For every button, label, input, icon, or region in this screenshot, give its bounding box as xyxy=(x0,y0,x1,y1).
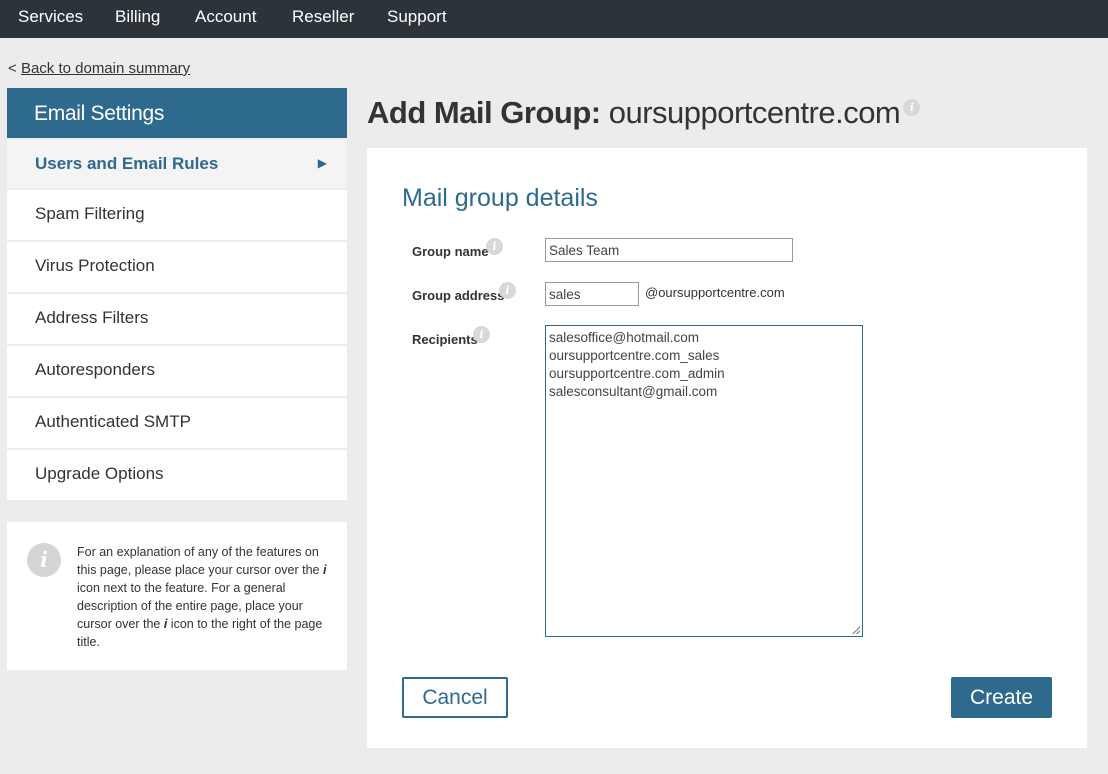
recipient-line: oursupportcentre.com_admin xyxy=(549,366,725,381)
back-to-domain-summary-link[interactable]: Back to domain summary xyxy=(21,60,190,77)
inline-info-letter: i xyxy=(322,563,327,577)
group-name-label-text: Group name xyxy=(412,244,489,259)
group-address-domain-suffix: @oursupportcentre.com xyxy=(645,285,785,300)
page-info-icon[interactable]: i xyxy=(903,99,921,116)
recipient-line: oursupportcentre.com_sales xyxy=(549,348,720,363)
sidebar-title: Email Settings xyxy=(7,88,347,138)
nav-support[interactable]: Support xyxy=(387,7,447,27)
nav-billing[interactable]: Billing xyxy=(115,7,160,27)
create-button[interactable]: Create xyxy=(951,677,1052,718)
sidebar-item-label: Address Filters xyxy=(35,308,149,327)
group-name-input[interactable] xyxy=(545,238,793,262)
sidebar: Email Settings Users and Email Rules ▶ S… xyxy=(7,88,347,500)
group-name-label: Group name i xyxy=(412,238,503,259)
recipient-line: salesconsultant@gmail.com xyxy=(549,384,718,399)
recipients-textarea[interactable]: salesoffice@hotmail.com oursupportcentre… xyxy=(545,325,863,637)
group-address-label-text: Group address xyxy=(412,288,505,303)
sidebar-item-virus-protection[interactable]: Virus Protection xyxy=(7,240,347,292)
sidebar-item-label: Spam Filtering xyxy=(35,204,145,223)
recipient-line: salesoffice@hotmail.com xyxy=(549,330,700,345)
nav-account[interactable]: Account xyxy=(195,7,256,27)
nav-services[interactable]: Services xyxy=(18,7,83,27)
sidebar-item-label: Upgrade Options xyxy=(35,464,164,483)
sidebar-item-users-and-email-rules[interactable]: Users and Email Rules ▶ xyxy=(7,138,347,188)
sidebar-item-label: Users and Email Rules xyxy=(35,154,219,173)
top-navigation-bar: Services Billing Account Reseller Suppor… xyxy=(0,0,1108,38)
group-address-label: Group address i xyxy=(412,282,516,303)
recipients-label-text: Recipients xyxy=(412,332,478,347)
help-box: i For an explanation of any of the featu… xyxy=(7,522,347,670)
recipients-label: Recipients i xyxy=(412,326,490,347)
group-name-info-icon[interactable]: i xyxy=(486,238,503,255)
sidebar-item-spam-filtering[interactable]: Spam Filtering xyxy=(7,188,347,240)
sidebar-item-authenticated-smtp[interactable]: Authenticated SMTP xyxy=(7,396,347,448)
cancel-button[interactable]: Cancel xyxy=(402,677,508,718)
section-title: Mail group details xyxy=(402,184,598,212)
info-icon: i xyxy=(27,543,61,577)
page-title-prefix: Add Mail Group: xyxy=(367,95,601,130)
resize-grip-icon[interactable] xyxy=(852,626,860,634)
help-text: For an explanation of any of the feature… xyxy=(77,543,335,651)
back-link-row: < Back to domain summary xyxy=(8,60,190,77)
sidebar-item-autoresponders[interactable]: Autoresponders xyxy=(7,344,347,396)
help-text-part: For an explanation of any of the feature… xyxy=(77,545,323,577)
back-chevron: < xyxy=(8,60,17,77)
mail-group-form-panel: Mail group details Group name i Group ad… xyxy=(367,148,1087,748)
group-address-input[interactable] xyxy=(545,282,639,306)
sidebar-item-upgrade-options[interactable]: Upgrade Options xyxy=(7,448,347,500)
page-title: Add Mail Group: oursupportcentre.com i xyxy=(367,95,921,131)
nav-reseller[interactable]: Reseller xyxy=(292,7,354,27)
sidebar-item-label: Authenticated SMTP xyxy=(35,412,191,431)
arrow-right-icon: ▶ xyxy=(317,156,327,170)
sidebar-item-label: Virus Protection xyxy=(35,256,155,275)
recipients-info-icon[interactable]: i xyxy=(473,326,490,343)
group-address-info-icon[interactable]: i xyxy=(499,282,516,299)
sidebar-item-label: Autoresponders xyxy=(35,360,156,379)
page-title-domain: oursupportcentre.com xyxy=(608,95,901,130)
sidebar-item-address-filters[interactable]: Address Filters xyxy=(7,292,347,344)
